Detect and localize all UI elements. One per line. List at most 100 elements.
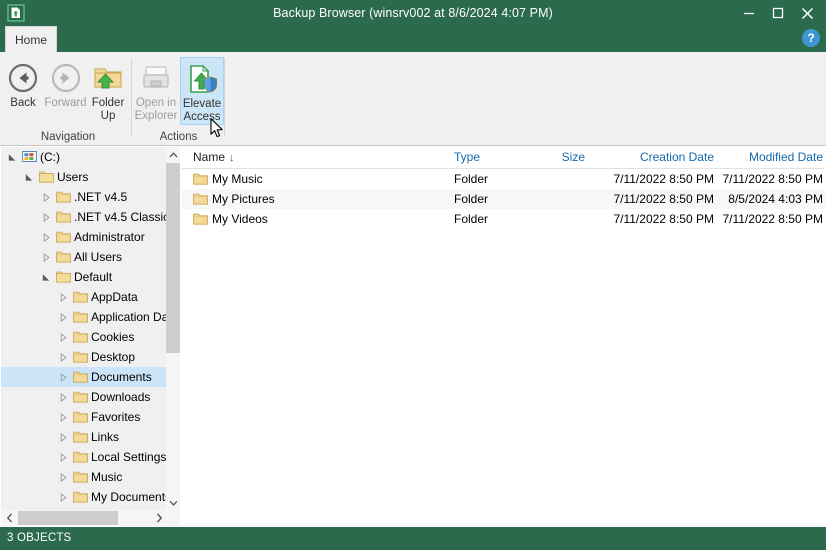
column-header-created[interactable]: Creation Date (640, 147, 714, 168)
file-modified-cell: 7/11/2022 8:50 PM (722, 212, 823, 226)
tree-node-label: Music (91, 470, 123, 484)
file-type-cell: Folder (454, 172, 489, 186)
tree-vertical-scrollbar[interactable] (166, 147, 180, 510)
chevron-left-icon[interactable] (1, 510, 17, 526)
tree-node[interactable]: .NET v4.5 (1, 187, 167, 207)
tree-expander-collapsed-icon[interactable] (39, 187, 53, 207)
window-title: Backup Browser (winsrv002 at 8/6/2024 4:… (273, 6, 553, 20)
ribbon-group-divider (224, 58, 225, 136)
column-header-label: Name (193, 150, 226, 164)
folder-icon (73, 410, 88, 424)
tree-node[interactable]: Favorites (1, 407, 167, 427)
tree-horizontal-scrollbar[interactable] (1, 510, 180, 526)
tree-expander-expanded-icon[interactable] (5, 147, 19, 167)
tree-expander-collapsed-icon[interactable] (39, 227, 53, 247)
tree-expander-collapsed-icon[interactable] (56, 427, 70, 447)
tab-home[interactable]: Home (5, 26, 57, 52)
elevate-access-button[interactable]: Elevate Access (180, 57, 224, 125)
scrollbar-corner (166, 510, 180, 526)
tree-node[interactable]: Administrator (1, 227, 167, 247)
chevron-up-icon[interactable] (166, 147, 180, 162)
tree-node[interactable]: Links (1, 427, 167, 447)
tree-node-label: Desktop (91, 350, 136, 364)
folder-tree[interactable]: (C:) Users .NET v4.5 .NET v4.5 Classic Admin… (1, 147, 167, 510)
tree-node[interactable]: .NET v4.5 Classic (1, 207, 167, 227)
tree-node[interactable]: Cookies (1, 327, 167, 347)
tree-node-label: All Users (74, 250, 123, 264)
tree-expander-expanded-icon[interactable] (39, 267, 53, 287)
tree-node-label: AppData (91, 290, 138, 304)
minimize-button[interactable] (734, 0, 764, 26)
table-row[interactable]: My Music Folder 7/11/2022 8:50 PM 7/11/2022… (182, 169, 825, 189)
folder-icon (193, 212, 208, 226)
tree-vertical-scroll-thumb[interactable] (166, 163, 180, 353)
column-header-modified[interactable]: Modified Date (749, 147, 823, 168)
arrow-right-circle-icon (49, 61, 83, 95)
status-bar: 3 OBJECTS (0, 527, 826, 550)
tree-expander-collapsed-icon[interactable] (56, 387, 70, 407)
tree-node[interactable]: Downloads (1, 387, 167, 407)
tree-node[interactable]: My Documents (1, 487, 167, 507)
tree-expander-collapsed-icon[interactable] (56, 487, 70, 507)
column-header-size[interactable]: Size (562, 147, 585, 168)
folder-icon (73, 470, 88, 484)
tree-expander-collapsed-icon[interactable] (56, 467, 70, 487)
folder-up-button[interactable]: Folder Up (89, 57, 127, 125)
chevron-right-icon[interactable] (151, 510, 167, 526)
tree-expander-collapsed-icon[interactable] (56, 367, 70, 387)
folder-icon (56, 230, 71, 244)
file-type-cell: Folder (454, 212, 489, 226)
tree-node[interactable]: Default (1, 267, 167, 287)
folder-icon (56, 190, 71, 204)
tree-expander-collapsed-icon[interactable] (56, 307, 70, 327)
tree-node-label: .NET v4.5 (74, 190, 128, 204)
tree-expander-collapsed-icon[interactable] (56, 287, 70, 307)
column-header-type[interactable]: Type (454, 147, 480, 168)
tree-node[interactable]: Application Data (1, 307, 167, 327)
folder-up-button-label: Folder Up (91, 97, 125, 122)
back-button[interactable]: Back (4, 57, 42, 125)
tree-expander-collapsed-icon[interactable] (56, 347, 70, 367)
tree-node[interactable]: Music (1, 467, 167, 487)
tree-node-label: Application Data (91, 310, 167, 324)
maximize-button[interactable] (763, 0, 793, 26)
tree-node[interactable]: AppData (1, 287, 167, 307)
tree-node[interactable]: Documents (1, 367, 167, 387)
tree-node[interactable]: All Users (1, 247, 167, 267)
open-in-explorer-button-label: Open in Explorer (134, 97, 178, 122)
file-name-cell: My Music (212, 172, 263, 186)
tree-expander-collapsed-icon[interactable] (56, 407, 70, 427)
open-in-explorer-button[interactable]: Open in Explorer (133, 57, 179, 125)
folder-icon (56, 250, 71, 264)
file-type-cell: Folder (454, 192, 489, 206)
tree-expander-collapsed-icon[interactable] (56, 447, 70, 467)
column-header-name[interactable]: Name ↓ (193, 147, 235, 168)
tree-node[interactable]: (C:) (1, 147, 167, 167)
content-area: (C:) Users .NET v4.5 .NET v4.5 Classic Admin… (0, 146, 826, 527)
tree-node[interactable]: Local Settings (1, 447, 167, 467)
tree-horizontal-scroll-thumb[interactable] (18, 511, 118, 525)
tree-node[interactable]: Users (1, 167, 167, 187)
forward-button[interactable]: Forward (43, 57, 88, 125)
file-name-cell: My Videos (212, 212, 268, 226)
tree-node[interactable]: Desktop (1, 347, 167, 367)
tree-node-label: Links (91, 430, 120, 444)
backup-browser-window: Backup Browser (winsrv002 at 8/6/2024 4:… (0, 0, 826, 550)
tree-expander-expanded-icon[interactable] (22, 167, 36, 187)
close-button[interactable] (792, 0, 822, 26)
table-row[interactable]: My Videos Folder 7/11/2022 8:50 PM 7/11/202… (182, 209, 825, 229)
table-row[interactable]: My Pictures Folder 7/11/2022 8:50 PM 8/5/20… (182, 189, 825, 209)
tree-expander-collapsed-icon[interactable] (39, 207, 53, 227)
chevron-down-icon[interactable] (166, 495, 180, 510)
folder-icon (73, 350, 88, 364)
folder-tree-panel: (C:) Users .NET v4.5 .NET v4.5 Classic Admin… (1, 147, 181, 526)
tree-expander-collapsed-icon[interactable] (39, 247, 53, 267)
file-name-cell: My Pictures (212, 192, 275, 206)
file-list-header: Name ↓ Type Size Creation Date Modified Date (182, 147, 825, 169)
tree-expander-collapsed-icon[interactable] (56, 327, 70, 347)
tree-node-label: Local Settings (91, 450, 167, 464)
folder-icon (73, 430, 88, 444)
help-icon[interactable]: ? (802, 29, 820, 47)
file-list-body[interactable]: My Music Folder 7/11/2022 8:50 PM 7/11/2022… (182, 169, 825, 229)
arrow-left-circle-icon (6, 61, 40, 95)
